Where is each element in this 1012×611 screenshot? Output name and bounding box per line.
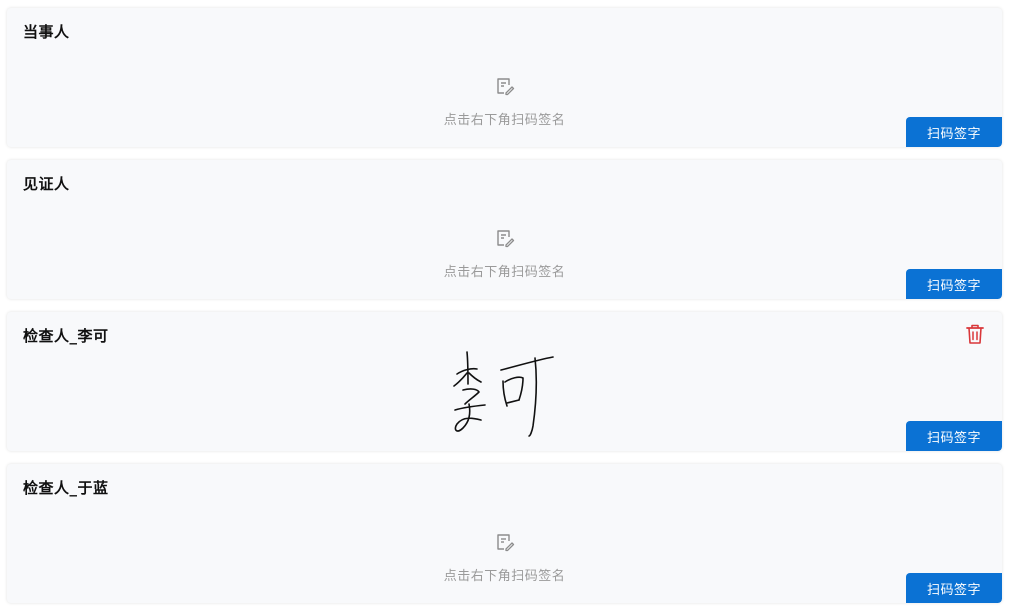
scan-sign-button[interactable]: 扫码签字 <box>906 117 1002 147</box>
edit-note-icon <box>496 230 514 248</box>
card-title: 见证人 <box>23 175 70 193</box>
scan-sign-button[interactable]: 扫码签字 <box>906 573 1002 603</box>
signature-card-inspector-1: 检查人_李可 扫码签字 <box>7 312 1002 451</box>
edit-note-icon <box>496 78 514 96</box>
empty-signature-placeholder: 点击右下角扫码签名 <box>7 228 1002 280</box>
edit-note-icon <box>496 534 514 552</box>
card-title: 检查人_李可 <box>23 327 109 345</box>
placeholder-text: 点击右下角扫码签名 <box>443 265 566 280</box>
trash-icon[interactable] <box>965 323 985 345</box>
card-title: 检查人_于蓝 <box>23 479 109 497</box>
card-title: 当事人 <box>23 23 70 41</box>
empty-signature-placeholder: 点击右下角扫码签名 <box>7 532 1002 584</box>
signature-card-witness: 见证人 点击右下角扫码签名 扫码签字 <box>7 160 1002 299</box>
placeholder-text: 点击右下角扫码签名 <box>443 113 566 128</box>
signature-card-inspector-2: 检查人_于蓝 点击右下角扫码签名 扫码签字 <box>7 464 1002 603</box>
placeholder-text: 点击右下角扫码签名 <box>443 569 566 584</box>
scan-sign-button[interactable]: 扫码签字 <box>906 269 1002 299</box>
signature-card-party: 当事人 点击右下角扫码签名 扫码签字 <box>7 8 1002 147</box>
empty-signature-placeholder: 点击右下角扫码签名 <box>7 76 1002 128</box>
scan-sign-button[interactable]: 扫码签字 <box>906 421 1002 451</box>
handwritten-signature <box>453 351 554 437</box>
